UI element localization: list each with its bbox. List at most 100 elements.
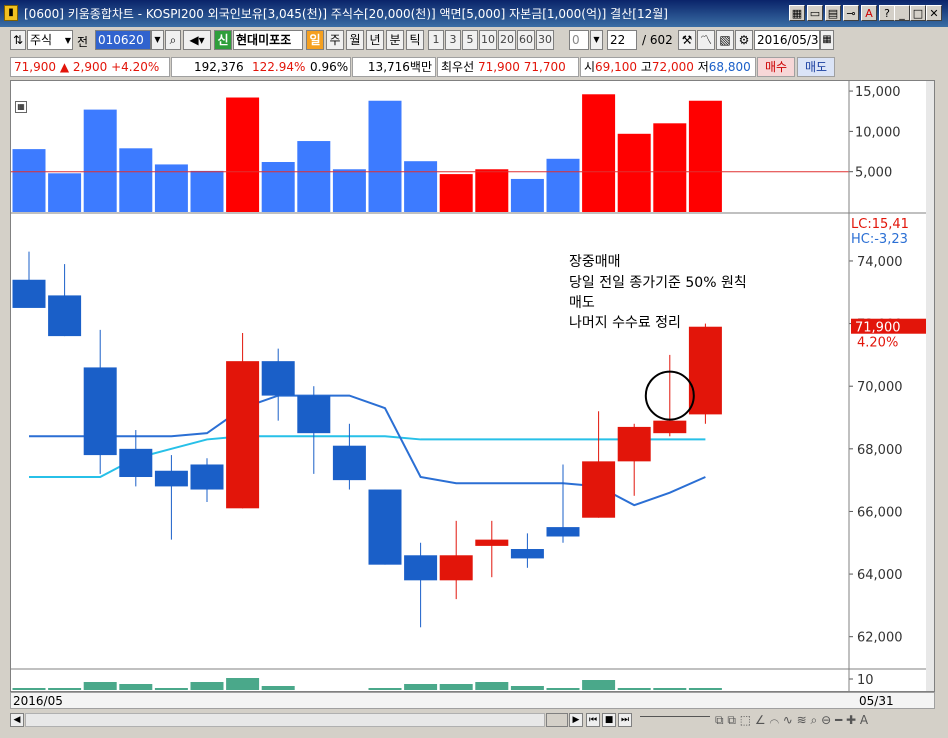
market-type-select[interactable]: 주식 ▼ (27, 30, 73, 50)
candle-body (582, 461, 616, 518)
indicator-bar (688, 688, 722, 690)
interval-button[interactable]: 10 (479, 30, 497, 50)
lc-label: LC:15,41 (851, 217, 909, 232)
scroll-right-icon[interactable]: ▶ (569, 713, 583, 727)
indicator-bar (546, 688, 580, 690)
date-input[interactable]: 2016/05/3 (754, 30, 820, 50)
indicator-bar (154, 688, 188, 690)
volume-tick-label: 10,000 (855, 125, 901, 140)
indicator-bar (119, 684, 153, 690)
volume-ratio: 122.94% (252, 60, 306, 74)
chart-area[interactable]: 15,00010,0005,000 74,00072,00070,00068,0… (10, 80, 935, 692)
interval-button[interactable]: 1 (428, 30, 444, 50)
candle-body (83, 367, 117, 456)
picture-icon[interactable]: ▧ (716, 30, 734, 50)
period-button[interactable]: 년 (366, 30, 384, 50)
sell-button[interactable]: 매도 (797, 57, 835, 77)
best-quote-cell: 최우선 71,900 71,700 (437, 57, 579, 77)
alert-icon[interactable]: A (861, 5, 877, 21)
zoom-slider[interactable] (640, 716, 710, 721)
link-icon[interactable]: ⇅ (10, 30, 26, 50)
volume-bar (12, 149, 46, 212)
print-icon[interactable]: ▤ (825, 5, 841, 21)
interval-input[interactable]: 0 (569, 30, 589, 50)
grid-layout-icon[interactable]: ▦ (789, 5, 805, 21)
turnover-rate: 0.96% (310, 60, 349, 74)
count-input[interactable]: 22 (607, 30, 637, 50)
annotation-line-4: 나머지 수수료 정리 (569, 315, 681, 331)
chart-window: ▮ [0600] 키움종합차트 - KOSPI200 외국인보유[3,045(천… (0, 0, 948, 738)
volume-value: 192,376 (194, 60, 244, 74)
chart-toolbar: ⇅ 주식 ▼ 전 010620 ▼ ⌕ ◀▾ 신 현대미포조 일 주월년분틱 1… (0, 27, 948, 54)
drawing-tools-icon[interactable]: ⧉ ⧉ ⬚ ∠ ⌒ ∿ ≋ ⌕ ⊖ ━ ✚ A (715, 713, 868, 728)
help-icon[interactable]: ? (879, 5, 895, 21)
date-start: 2016/05 (13, 694, 63, 708)
interval-button[interactable]: 5 (462, 30, 478, 50)
candle-body (617, 426, 651, 462)
maximize-button[interactable]: □ (910, 5, 926, 21)
prev-label: 전 (77, 35, 89, 49)
grid-toggle-icon[interactable]: ▦ (15, 101, 27, 113)
minimize-button[interactable]: _ (894, 5, 910, 21)
interval-button[interactable]: 3 (445, 30, 461, 50)
period-button[interactable]: 틱 (406, 30, 424, 50)
scroll-track[interactable] (25, 713, 545, 727)
volume-bar (297, 141, 331, 212)
candle-body (368, 489, 402, 565)
period-button[interactable]: 주 (326, 30, 344, 50)
gear-icon[interactable]: ⚙ (735, 30, 753, 50)
scroll-left-icon[interactable]: ◀ (10, 713, 24, 727)
candle-body (332, 445, 366, 481)
quote-bar: 71,900 ▲ 2,900 +4.20% 192,376 122.94% 0.… (0, 56, 948, 79)
volume-cell: 192,376 122.94% 0.96% (171, 57, 351, 77)
volume-bar (83, 109, 117, 212)
pin-icon[interactable]: ⊸ (843, 5, 859, 21)
stock-code-input[interactable]: 010620 (95, 30, 151, 50)
price-tick-label: 64,000 (857, 568, 903, 583)
indicator-bar (226, 678, 260, 690)
candle-body (119, 448, 153, 478)
window-icon[interactable]: ▭ (807, 5, 823, 21)
volume-bar (653, 123, 687, 212)
last-page-icon[interactable]: ⏭ (618, 713, 632, 727)
volume-bar (119, 148, 153, 212)
price-change: ▲ 2,900 (59, 60, 108, 74)
interval-button[interactable]: 30 (536, 30, 554, 50)
market-type-value: 주식 (30, 33, 53, 47)
volume-bar (582, 94, 616, 212)
candle-body (154, 470, 188, 487)
period-button[interactable]: 월 (346, 30, 364, 50)
speaker-icon[interactable]: ◀▾ (183, 30, 211, 50)
line-chart-icon[interactable]: 〽 (697, 30, 715, 50)
volume-bar (226, 97, 260, 212)
calendar-icon[interactable]: ▦ (820, 30, 834, 50)
interval-button[interactable]: 60 (517, 30, 535, 50)
window-title: [0600] 키움종합차트 - KOSPI200 외국인보유[3,045(천)]… (24, 7, 668, 21)
candle-body (190, 464, 224, 490)
price-tick-label: 66,000 (857, 505, 903, 520)
indicator-bar (368, 688, 402, 690)
price-change-pct: +4.20% (111, 60, 160, 74)
period-button[interactable]: 분 (386, 30, 404, 50)
date-end: 05/31 (859, 694, 894, 708)
stop-icon[interactable]: ■ (602, 713, 616, 727)
candle-body (404, 555, 438, 581)
close-button[interactable]: ✕ (926, 5, 942, 21)
interval-button[interactable]: 20 (498, 30, 516, 50)
scroll-thumb[interactable] (546, 713, 568, 727)
title-bar: ▮ [0600] 키움종합차트 - KOSPI200 외국인보유[3,045(천… (0, 0, 948, 27)
buy-button[interactable]: 매수 (757, 57, 795, 77)
indicator-bar (617, 688, 651, 690)
current-price: 71,900 (14, 60, 56, 74)
period-day-button[interactable]: 일 (306, 30, 324, 50)
first-page-icon[interactable]: ⏮ (586, 713, 600, 727)
volume-bar (439, 174, 473, 212)
search-icon[interactable]: ⌕ (165, 30, 181, 50)
chevron-down-icon[interactable]: ▼ (590, 30, 603, 50)
indicator-bar (653, 688, 687, 690)
trade-value: 13,716백만 (352, 57, 436, 77)
tools-icon[interactable]: ⚒ (678, 30, 696, 50)
chevron-down-icon[interactable]: ▼ (151, 30, 164, 50)
candle-body (653, 420, 687, 434)
price-pane: 74,00072,00070,00068,00066,00064,00062,0… (12, 217, 934, 646)
